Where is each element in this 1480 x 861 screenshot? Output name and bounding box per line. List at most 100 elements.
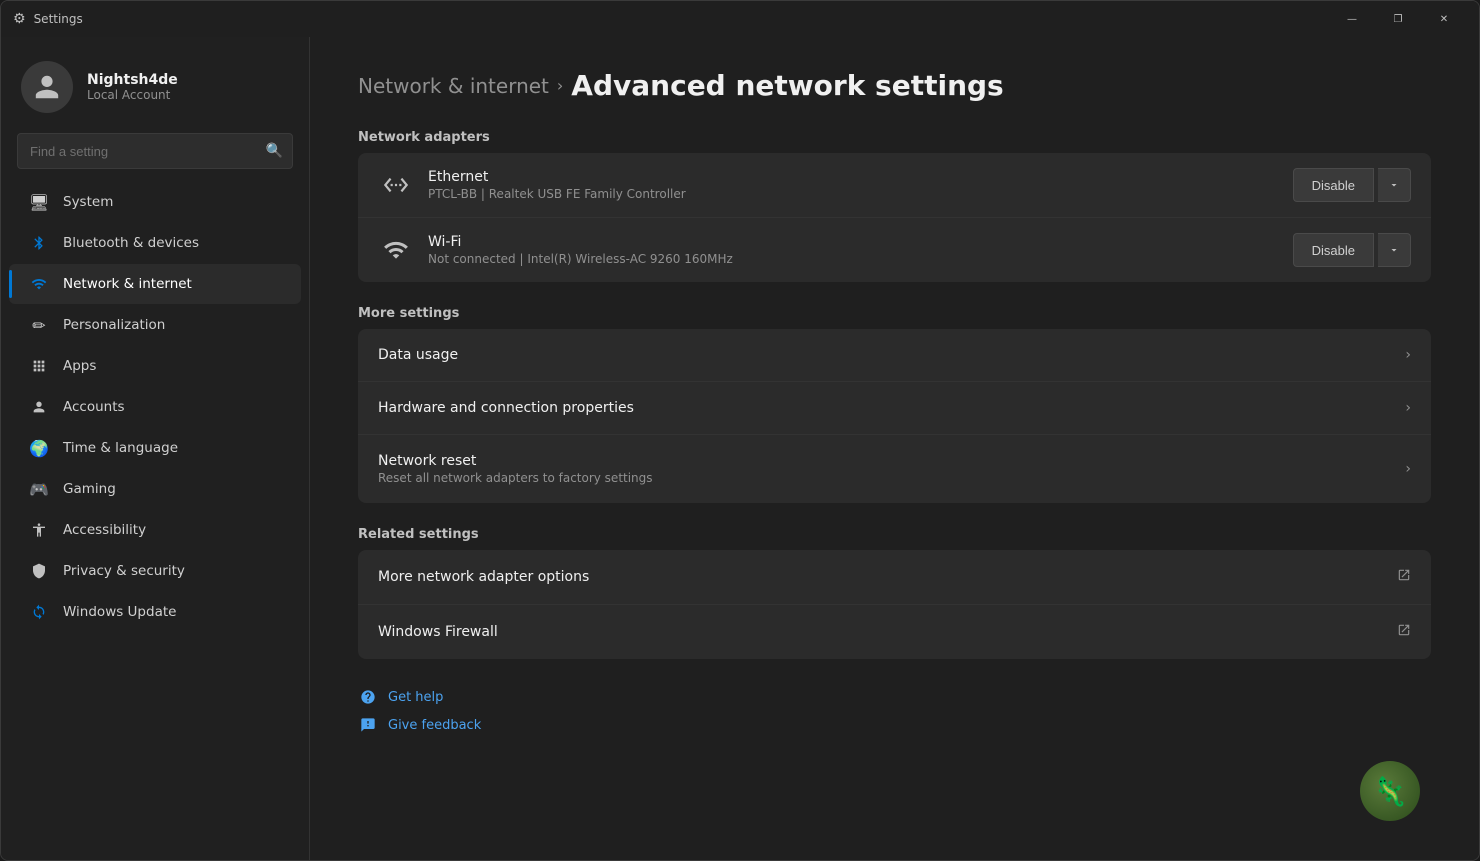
more-settings-label: More settings (358, 306, 1431, 321)
ethernet-icon (378, 167, 414, 203)
network-reset-info: Network reset Reset all network adapters… (378, 453, 1405, 485)
data-usage-chevron-icon: › (1405, 347, 1411, 363)
wifi-chevron-down-icon (1388, 244, 1400, 256)
sidebar-item-gaming[interactable]: 🎮 Gaming (9, 469, 301, 509)
sidebar-item-windows-update[interactable]: Windows Update (9, 592, 301, 632)
user-profile[interactable]: Nightsh4de Local Account (1, 37, 309, 133)
ethernet-info: Ethernet PTCL-BB | Realtek USB FE Family… (428, 169, 1279, 201)
sidebar-item-system[interactable]: 🖥 System (9, 182, 301, 222)
sidebar-item-label: Privacy & security (63, 563, 185, 579)
title-bar: ⚙ Settings — ❐ ✕ (1, 1, 1479, 37)
sidebar-item-label: Windows Update (63, 604, 176, 620)
sidebar-item-network[interactable]: Network & internet (9, 264, 301, 304)
sidebar-item-label: Personalization (63, 317, 165, 333)
user-name: Nightsh4de (87, 72, 178, 88)
personalization-icon: ✏ (29, 315, 49, 335)
sidebar-item-label: System (63, 194, 113, 210)
wifi-actions: Disable (1293, 233, 1411, 267)
give-feedback-icon (358, 715, 378, 735)
data-usage-info: Data usage (378, 347, 1405, 363)
breadcrumb-current: Advanced network settings (571, 69, 1003, 102)
give-feedback-link[interactable]: Give feedback (358, 715, 481, 735)
decorative-mascot: 🦎 (1360, 761, 1420, 821)
accounts-icon (29, 397, 49, 417)
related-settings-label: Related settings (358, 527, 1431, 542)
sidebar-item-accessibility[interactable]: Accessibility (9, 510, 301, 550)
network-icon (29, 274, 49, 294)
network-reset-subtitle: Reset all network adapters to factory se… (378, 471, 1405, 485)
search-input[interactable] (17, 133, 293, 169)
ethernet-name: Ethernet (428, 169, 1279, 185)
wifi-row: Wi-Fi Not connected | Intel(R) Wireless-… (358, 218, 1431, 282)
wifi-name: Wi-Fi (428, 234, 1279, 250)
give-feedback-label: Give feedback (388, 718, 481, 733)
apps-icon (29, 356, 49, 376)
network-adapters-card: Ethernet PTCL-BB | Realtek USB FE Family… (358, 153, 1431, 282)
ethernet-expand-button[interactable] (1378, 168, 1411, 202)
more-adapter-options-row[interactable]: More network adapter options (358, 550, 1431, 605)
minimize-button[interactable]: — (1329, 1, 1375, 37)
ethernet-disable-button[interactable]: Disable (1293, 168, 1374, 202)
sidebar-item-apps[interactable]: Apps (9, 346, 301, 386)
accessibility-icon (29, 520, 49, 540)
wifi-icon (378, 232, 414, 268)
sidebar-item-time[interactable]: 🌍 Time & language (9, 428, 301, 468)
ethernet-chevron-down-icon (1388, 179, 1400, 191)
close-button[interactable]: ✕ (1421, 1, 1467, 37)
sidebar-item-personalization[interactable]: ✏ Personalization (9, 305, 301, 345)
main-content: Network & internet › Advanced network se… (310, 37, 1479, 860)
window-controls: — ❐ ✕ (1329, 1, 1467, 37)
breadcrumb-parent[interactable]: Network & internet (358, 74, 549, 98)
sidebar-item-label: Time & language (63, 440, 178, 456)
user-info: Nightsh4de Local Account (87, 72, 178, 102)
hardware-properties-chevron-icon: › (1405, 400, 1411, 416)
get-help-link[interactable]: Get help (358, 687, 443, 707)
sidebar-item-label: Network & internet (63, 276, 192, 292)
more-adapter-options-info: More network adapter options (378, 569, 1397, 585)
settings-icon: ⚙ (13, 11, 26, 27)
get-help-icon (358, 687, 378, 707)
related-settings-card: More network adapter options Windows Fir… (358, 550, 1431, 659)
user-avatar-icon (33, 73, 61, 101)
breadcrumb-separator: › (557, 76, 563, 95)
hardware-properties-info: Hardware and connection properties (378, 400, 1405, 416)
data-usage-title: Data usage (378, 347, 1405, 363)
sidebar-item-accounts[interactable]: Accounts (9, 387, 301, 427)
wifi-info: Wi-Fi Not connected | Intel(R) Wireless-… (428, 234, 1279, 266)
hardware-properties-row[interactable]: Hardware and connection properties › (358, 382, 1431, 435)
sidebar-item-label: Bluetooth & devices (63, 235, 199, 251)
ethernet-actions: Disable (1293, 168, 1411, 202)
sidebar-item-label: Apps (63, 358, 96, 374)
windows-firewall-row[interactable]: Windows Firewall (358, 605, 1431, 659)
sidebar: Nightsh4de Local Account 🔍 🖥 System (1, 37, 309, 860)
windows-update-icon (29, 602, 49, 622)
breadcrumb: Network & internet › Advanced network se… (358, 69, 1431, 102)
search-box: 🔍 (17, 133, 293, 169)
more-adapter-options-title: More network adapter options (378, 569, 1397, 585)
privacy-icon (29, 561, 49, 581)
maximize-button[interactable]: ❐ (1375, 1, 1421, 37)
window-title: Settings (34, 12, 1329, 26)
network-reset-row[interactable]: Network reset Reset all network adapters… (358, 435, 1431, 503)
sidebar-item-privacy[interactable]: Privacy & security (9, 551, 301, 591)
network-reset-chevron-icon: › (1405, 461, 1411, 477)
windows-firewall-info: Windows Firewall (378, 624, 1397, 640)
avatar (21, 61, 73, 113)
time-icon: 🌍 (29, 438, 49, 458)
footer-links: Get help Give feedback (358, 687, 1431, 735)
data-usage-row[interactable]: Data usage › (358, 329, 1431, 382)
ethernet-row: Ethernet PTCL-BB | Realtek USB FE Family… (358, 153, 1431, 218)
sidebar-item-bluetooth[interactable]: Bluetooth & devices (9, 223, 301, 263)
ethernet-desc: PTCL-BB | Realtek USB FE Family Controll… (428, 187, 1279, 201)
wifi-expand-button[interactable] (1378, 233, 1411, 267)
get-help-label: Get help (388, 690, 443, 705)
more-settings-card: Data usage › Hardware and connection pro… (358, 329, 1431, 503)
windows-firewall-external-link-icon (1397, 623, 1411, 641)
user-type: Local Account (87, 88, 178, 102)
more-adapter-external-link-icon (1397, 568, 1411, 586)
system-icon: 🖥 (29, 192, 49, 212)
sidebar-nav: 🖥 System Bluetooth & devices Network & i… (1, 181, 309, 633)
windows-firewall-title: Windows Firewall (378, 624, 1397, 640)
wifi-disable-button[interactable]: Disable (1293, 233, 1374, 267)
hardware-properties-title: Hardware and connection properties (378, 400, 1405, 416)
